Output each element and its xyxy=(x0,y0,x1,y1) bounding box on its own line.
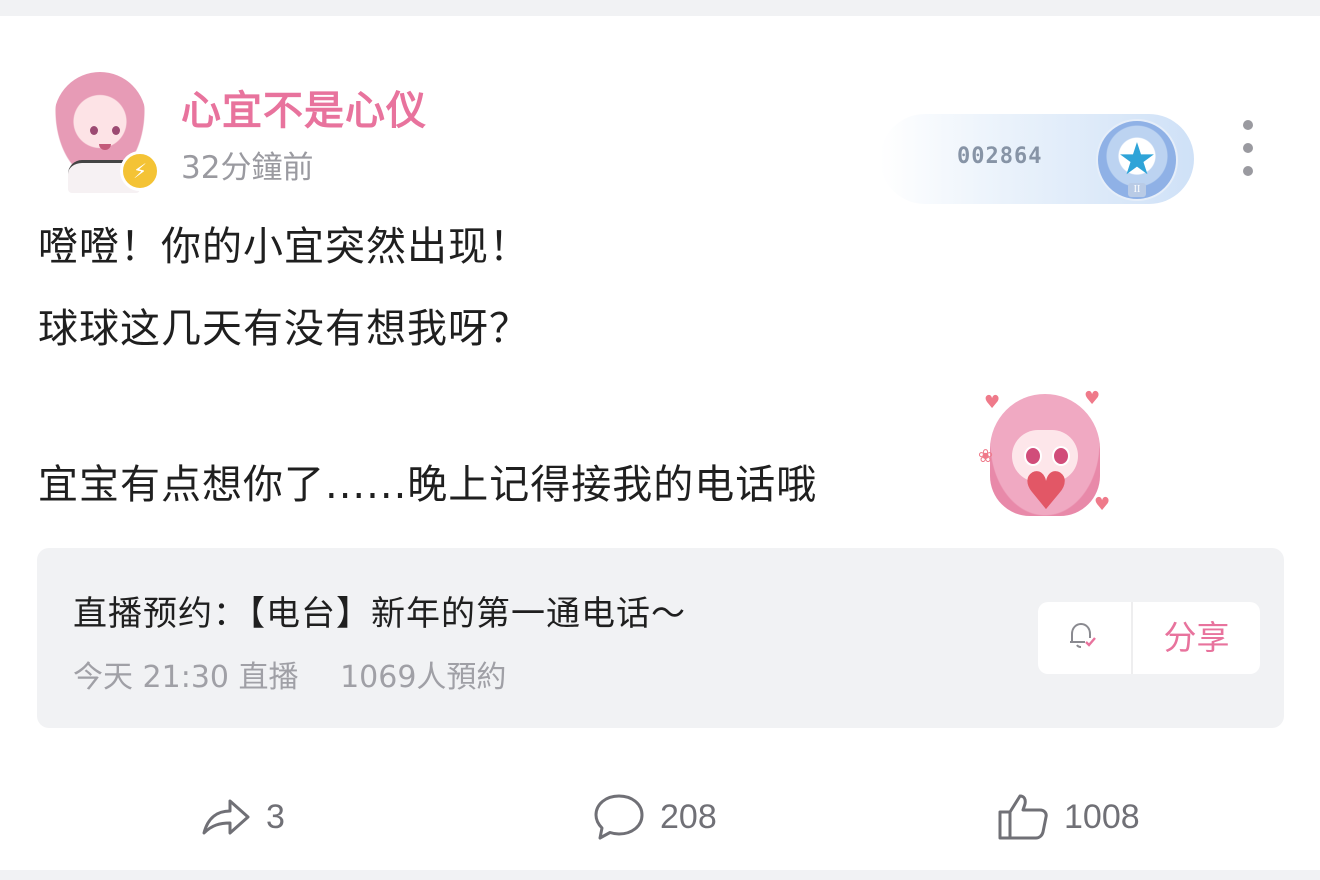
sticker-emoji: ♥ ♥ ♥ ❀ ♥ xyxy=(978,388,1111,522)
share-button[interactable]: 分享 xyxy=(1133,602,1260,674)
lightning-badge-icon: ⚡ xyxy=(120,151,160,191)
event-meta: 今天 21:30 直播 1069人預約 xyxy=(73,652,538,696)
bell-check-icon xyxy=(1070,622,1096,648)
star-medal-icon: ★ II xyxy=(1096,119,1178,201)
forward-button[interactable]: 3 xyxy=(200,792,285,842)
username[interactable]: 心宜不是心仪 xyxy=(181,78,427,136)
medal-level: II xyxy=(1128,183,1146,197)
live-reservation-card[interactable]: 直播预约：【电台】新年的第一通电话～ 今天 21:30 直播 1069人預約 分… xyxy=(37,548,1284,728)
fan-medal-number: 002864 xyxy=(957,144,1043,169)
fan-medal-badge[interactable]: 002864 ★ II xyxy=(880,114,1194,204)
post-card: ⚡ 心宜不是心仪 32分鐘前 002864 ★ II 噔噔！你的小宜突然出现！ … xyxy=(0,16,1320,870)
like-count: 1008 xyxy=(1064,797,1140,836)
more-options-icon[interactable] xyxy=(1234,120,1262,176)
event-actions: 分享 xyxy=(1038,602,1260,674)
thumbs-up-icon xyxy=(998,794,1048,840)
event-time: 今天 21:30 直播 xyxy=(73,660,299,695)
comment-bubble-icon xyxy=(594,794,644,840)
remind-button[interactable] xyxy=(1038,602,1130,674)
event-title: 直播预约：【电台】新年的第一通电话～ xyxy=(73,594,686,634)
post-text-line-3: 宜宝有点想你了......晚上记得接我的电话哦 xyxy=(38,462,818,508)
comment-count: 208 xyxy=(660,797,717,836)
post-text-line-2: 球球这几天有没有想我呀？ xyxy=(38,306,530,352)
forward-count: 3 xyxy=(266,797,285,836)
post-time: 32分鐘前 xyxy=(181,150,314,186)
post-text-line-1: 噔噔！你的小宜突然出现！ xyxy=(38,224,530,270)
comment-button[interactable]: 208 xyxy=(592,792,717,842)
event-reservations: 1069人預約 xyxy=(340,660,507,695)
like-button[interactable]: 1008 xyxy=(996,792,1140,842)
forward-arrow-icon xyxy=(202,799,250,835)
